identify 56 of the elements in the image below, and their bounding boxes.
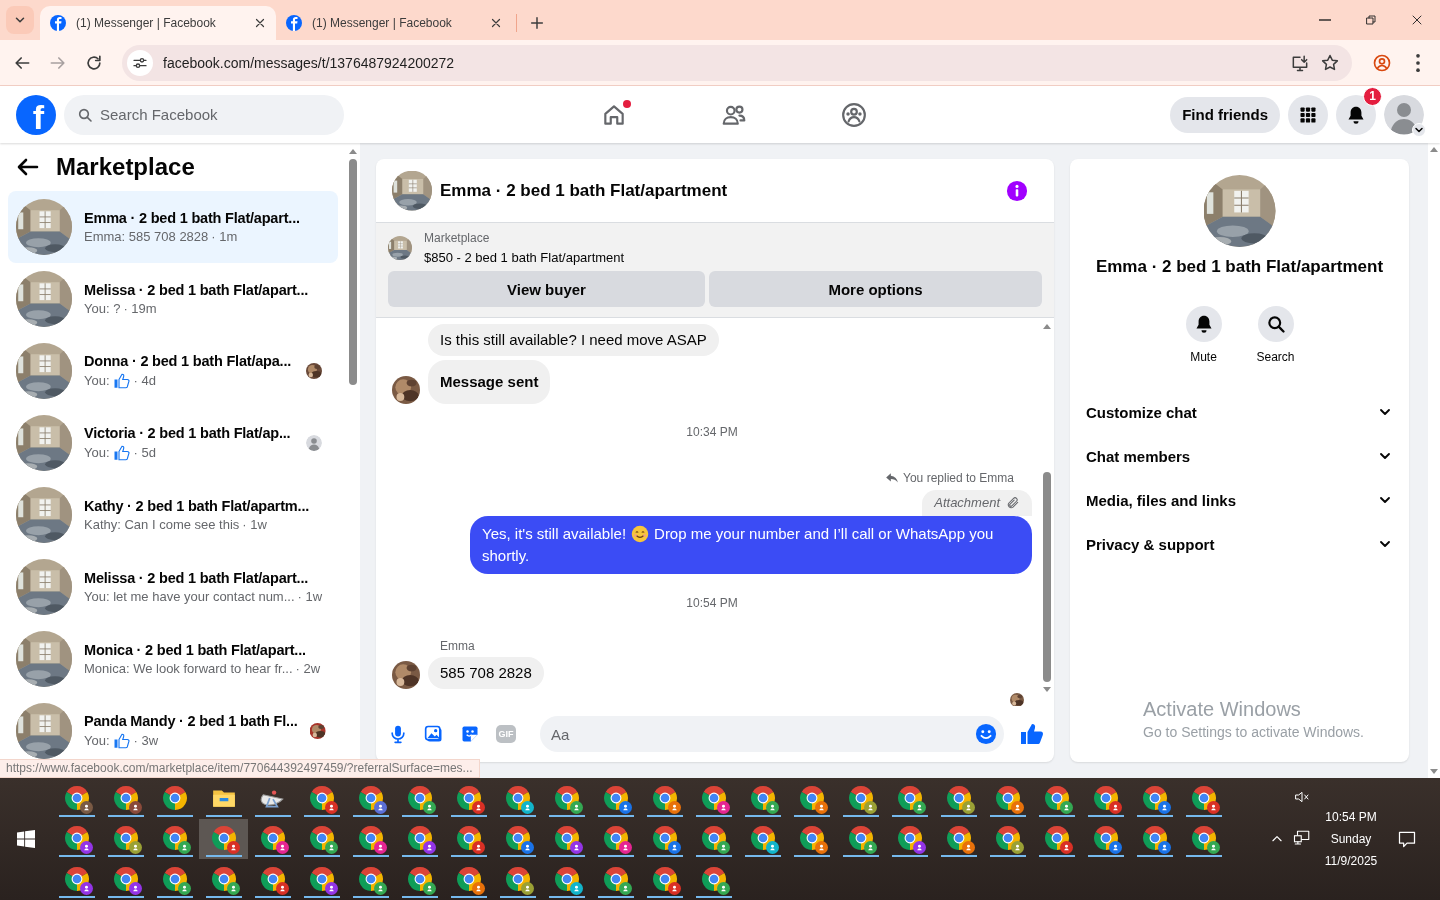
- clock-date: 11/9/2025: [1324, 853, 1378, 869]
- clock-day: Sunday: [1330, 831, 1372, 847]
- notification-badge: 1: [1363, 86, 1382, 106]
- message-time: · 19m: [123, 301, 157, 316]
- timestamp: 10:34 PM: [686, 425, 738, 439]
- conversation-title: Melissa · 2 bed 1 bath Flat/apart...: [84, 282, 310, 298]
- message-time: · 5d: [133, 445, 156, 460]
- message-preview: You: ?: [84, 301, 121, 316]
- message-time: · 4d: [133, 373, 156, 388]
- page-title: Marketplace: [56, 153, 195, 181]
- message-preview: You:: [84, 733, 110, 748]
- conversation-title: Emma · 2 bed 1 bath Flat/apart...: [84, 210, 301, 226]
- message-time: · 2w: [295, 661, 321, 676]
- timestamp: 10:54 PM: [686, 596, 738, 610]
- action-label: Mute: [1190, 350, 1217, 364]
- status-url-tooltip: https://www.facebook.com/marketplace/item/770644392497459/?referralSurface=mes...: [0, 759, 480, 778]
- tab-title: (1) Messenger | Facebook: [76, 16, 217, 30]
- conversation-title: Donna · 2 bed 1 bath Flat/apa...: [84, 352, 293, 369]
- message-time: · 1w: [242, 517, 267, 532]
- conversation-title: Victoria · 2 bed 1 bath Flat/ap...: [84, 424, 292, 441]
- message-text: shortly.: [482, 546, 531, 566]
- message-preview: Kathy: Can I come see this: [84, 517, 240, 532]
- message-preview: You: let me have your contact num...: [84, 589, 295, 604]
- clock-time: 10:54 PM: [1325, 809, 1377, 825]
- message-preview: Emma: 585 708 2828: [84, 229, 209, 244]
- message-time: · 3w: [133, 733, 159, 748]
- activation-title: Activate Windows: [1143, 698, 1302, 721]
- message-text: Drop me your number and I’ll call or WhatsApp you: [654, 524, 994, 544]
- listing-source: Marketplace: [424, 231, 491, 245]
- section-label: Media, files and links: [1086, 491, 1237, 509]
- tab-title: (1) Messenger | Facebook: [312, 16, 453, 30]
- message-text: Yes, it's still available!: [482, 524, 627, 544]
- conversation-title: Emma · 2 bed 1 bath Flat/apartment: [1095, 257, 1384, 277]
- message-time: · 1w: [297, 589, 323, 604]
- action-label: Search: [1256, 350, 1295, 364]
- message-preview: Monica: We look forward to hear fr...: [84, 661, 293, 676]
- message-bubble: 585 708 2828: [428, 657, 544, 689]
- conversation-title: Panda Mandy · 2 bed 1 bath Fl...: [84, 712, 298, 729]
- conversation-title: Melissa · 2 bed 1 bath Flat/apart...: [84, 570, 310, 586]
- sender-name: Emma: [440, 639, 476, 653]
- activation-text: Go to Settings to activate Windows.: [1143, 724, 1364, 740]
- conversation-title: Kathy · 2 bed 1 bath Flat/apartm...: [84, 498, 311, 514]
- message-bubble: Message sent: [428, 360, 551, 404]
- message-preview: You:: [84, 373, 110, 388]
- section-label: Chat members: [1086, 447, 1191, 465]
- listing-title: $850 - 2 bed 1 bath Flat/apartment: [424, 250, 625, 265]
- message-bubble: Is this still available? I need move ASAP: [428, 324, 719, 356]
- message-preview: You:: [84, 445, 110, 460]
- reply-note: You replied to Emma: [903, 471, 1014, 485]
- section-label: Customize chat: [1086, 403, 1197, 421]
- message-time: · 1m: [211, 229, 238, 244]
- attachment-label: Attachment: [934, 495, 1000, 510]
- url-text: facebook.com/messages/t/1376487924200272: [163, 54, 456, 71]
- section-label: Privacy & support: [1086, 535, 1215, 553]
- conversation-title: Emma · 2 bed 1 bath Flat/apartment: [440, 180, 729, 201]
- conversation-title: Monica · 2 bed 1 bath Flat/apart...: [84, 642, 307, 658]
